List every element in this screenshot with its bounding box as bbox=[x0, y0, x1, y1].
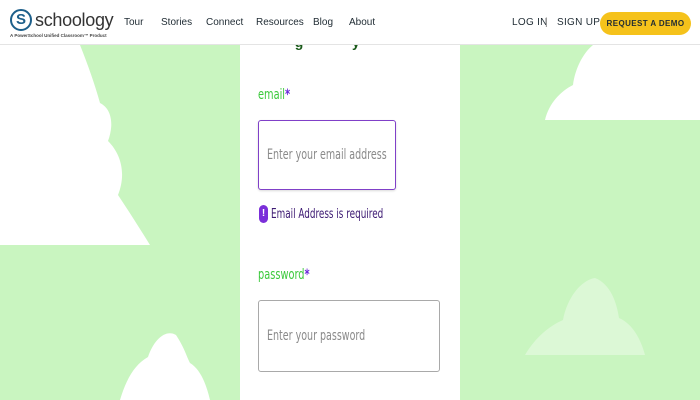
login-link[interactable]: LOG IN bbox=[512, 17, 548, 28]
signup-link[interactable]: SIGN UP bbox=[557, 17, 600, 28]
nav-blog[interactable]: Blog bbox=[313, 17, 333, 28]
email-input[interactable]: Enter your email address bbox=[258, 120, 396, 190]
site-header: S schoology A PowerSchool Unified Classr… bbox=[0, 0, 700, 45]
password-label-text: password bbox=[258, 267, 305, 283]
nav-tour[interactable]: Tour bbox=[124, 17, 143, 28]
email-label: email* bbox=[258, 87, 290, 103]
cloud-faint-right bbox=[525, 278, 645, 355]
logo-mark-icon: S bbox=[10, 9, 32, 31]
logo-wordmark: schoology bbox=[35, 10, 114, 30]
cloud-bottom-left bbox=[120, 333, 210, 400]
password-input[interactable]: Enter your password bbox=[258, 300, 440, 372]
nav-resources[interactable]: Resources bbox=[256, 17, 304, 28]
password-placeholder: Enter your password bbox=[267, 328, 366, 344]
nav-stories[interactable]: Stories bbox=[161, 17, 192, 28]
password-label: password* bbox=[258, 267, 310, 283]
nav-separator: | bbox=[545, 17, 548, 28]
logo-tagline: A PowerSchool Unified Classroom™ Product bbox=[10, 33, 107, 38]
email-label-text: email bbox=[258, 87, 286, 103]
password-required-marker: * bbox=[304, 267, 310, 283]
exclamation-icon: ! bbox=[259, 205, 268, 223]
email-error-text: Email Address is required bbox=[271, 207, 384, 222]
cloud-top-left bbox=[0, 45, 150, 245]
nav-connect[interactable]: Connect bbox=[206, 17, 243, 28]
email-required-marker: * bbox=[285, 87, 291, 103]
cloud-top-right bbox=[545, 45, 700, 120]
request-demo-button[interactable]: REQUEST A DEMO bbox=[600, 12, 691, 35]
email-placeholder: Enter your email address bbox=[267, 147, 387, 163]
nav-about[interactable]: About bbox=[349, 17, 375, 28]
